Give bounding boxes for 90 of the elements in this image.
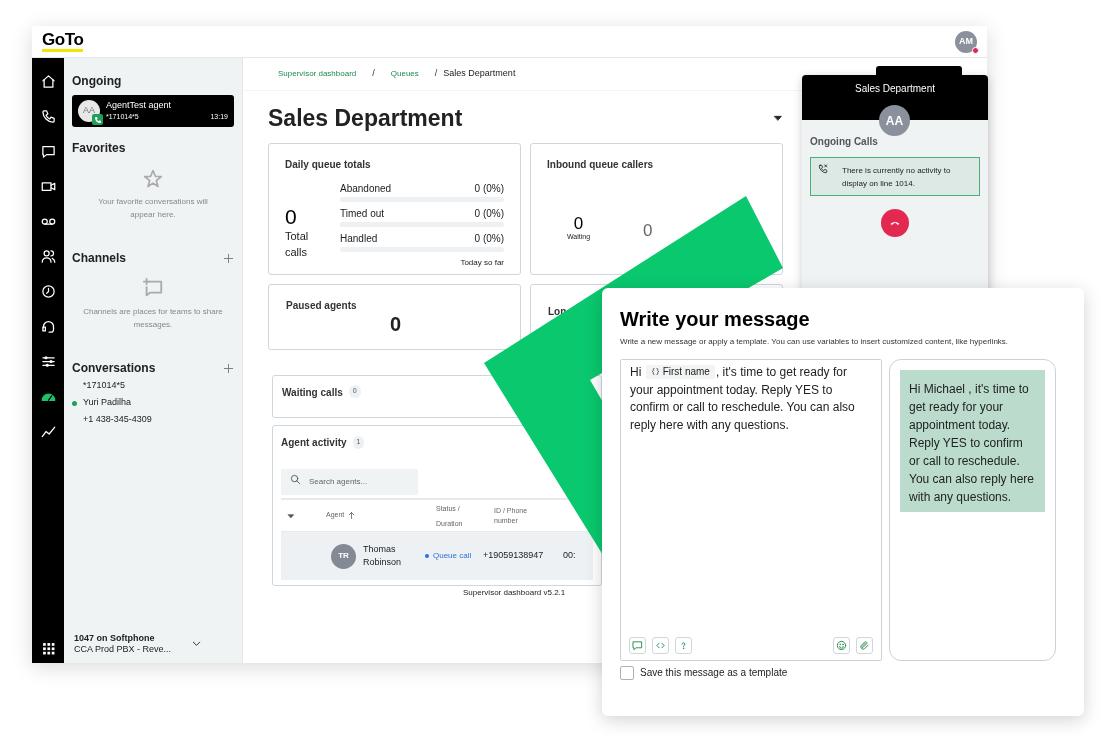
checkbox[interactable] bbox=[620, 665, 634, 680]
breadcrumb-link[interactable]: Queues bbox=[390, 68, 419, 80]
toolbar-button[interactable] bbox=[833, 637, 850, 654]
page-title: Sales Department bbox=[268, 104, 463, 133]
phone-icon bbox=[40, 108, 56, 124]
total-value: 0 bbox=[285, 206, 298, 228]
logo[interactable]: GoTo bbox=[42, 31, 84, 52]
home-icon bbox=[40, 73, 56, 89]
dropdown-caret-icon[interactable] bbox=[773, 113, 783, 123]
dialog-description: Write a new message or apply a template. You can use variables to insert customized content, like hyperlinks. bbox=[620, 336, 1010, 348]
arrow-up-icon[interactable] bbox=[347, 511, 357, 520]
stat-value: 0 bbox=[388, 313, 403, 335]
star-icon bbox=[143, 169, 163, 189]
metric-label: Abandoned bbox=[340, 182, 392, 196]
table-cell: 00: bbox=[563, 549, 576, 563]
version-text: Supervisor dashboard v5.2.1 bbox=[463, 587, 567, 599]
headset-icon bbox=[40, 318, 56, 334]
paperclip-icon bbox=[859, 640, 870, 651]
metric-value: 0 (0%) bbox=[474, 232, 504, 246]
apps-grid-icon[interactable] bbox=[41, 642, 55, 655]
total-label: Total calls bbox=[285, 229, 310, 260]
nav-button[interactable] bbox=[39, 72, 57, 90]
empty-state-text: Your favorite conversations will appear here. bbox=[97, 196, 209, 221]
panel-title: Sales Department bbox=[854, 82, 935, 96]
footnote: Today so far bbox=[459, 257, 504, 269]
conversation-item[interactable]: +1 438-345-4309 bbox=[83, 413, 152, 427]
panel-title: Waiting calls bbox=[282, 386, 343, 400]
hang-up-button[interactable] bbox=[881, 209, 909, 237]
card-title: Inbound queue callers bbox=[547, 158, 655, 172]
conversation-item[interactable]: Yuri Padilha bbox=[83, 396, 132, 410]
section-heading: Conversations bbox=[72, 360, 156, 377]
card-title: Daily queue totals bbox=[285, 158, 372, 172]
table-row[interactable]: TR Thomas Robinson Queue call +19059138947 00: bbox=[281, 532, 593, 580]
line-name: 1047 on Softphone bbox=[74, 632, 156, 644]
avatar: AA bbox=[879, 105, 910, 136]
toolbar-button[interactable] bbox=[856, 637, 873, 654]
nav-button[interactable] bbox=[39, 282, 57, 300]
stat-value: 0 bbox=[643, 220, 653, 242]
sliders-icon bbox=[40, 353, 56, 369]
metric-label: Timed out bbox=[340, 207, 385, 221]
metric-value: 0 (0%) bbox=[474, 182, 504, 196]
braces-icon bbox=[650, 367, 660, 376]
checkbox-label[interactable]: Save this message as a template bbox=[640, 665, 788, 680]
dialog-title: Write your message bbox=[620, 307, 811, 331]
metric-label: Handled bbox=[340, 232, 378, 246]
empty-state-text: Channels are places for teams to share messages. bbox=[83, 306, 223, 331]
panel-title: Agent activity bbox=[281, 436, 347, 450]
search-field[interactable]: Search agents... bbox=[281, 468, 418, 495]
caret-down-icon[interactable] bbox=[287, 511, 295, 520]
phone-badge-icon bbox=[92, 114, 103, 125]
code-icon bbox=[655, 640, 666, 651]
agent-name: Thomas Robinson bbox=[363, 543, 403, 569]
smiley-icon bbox=[836, 640, 847, 651]
section-heading: Favorites bbox=[72, 140, 127, 157]
section-heading: Ongoing bbox=[72, 73, 123, 90]
metric-value: 0 (0%) bbox=[474, 207, 504, 221]
section-heading: Channels bbox=[72, 250, 126, 267]
nav-button[interactable] bbox=[39, 107, 57, 125]
message-editor[interactable]: Hi First name , it's time to get ready for your appointment today. Reply YES to confirm or call to reschedule. You can also reply here with any questions. bbox=[620, 359, 882, 661]
breadcrumb-separator: / bbox=[372, 67, 375, 81]
status-label: Queue call bbox=[433, 550, 472, 562]
add-chat-icon bbox=[142, 277, 164, 299]
notice-text: There is currently no activity to display on line 1014. bbox=[842, 164, 952, 190]
missed-call-icon bbox=[818, 164, 828, 174]
message-bubble: Hi Michael , it's time to get ready for your appointment today. Reply YES to confirm or call to reschedule. You can also reply here with any questions. bbox=[900, 370, 1045, 512]
toolbar-button[interactable] bbox=[629, 637, 646, 654]
search-icon bbox=[290, 474, 301, 485]
contact-name: AgentTest agent bbox=[106, 100, 173, 110]
breadcrumb-separator: / bbox=[434, 67, 438, 81]
card-title: Paused agents bbox=[286, 299, 358, 313]
nav-button[interactable] bbox=[39, 247, 57, 265]
chat-icon bbox=[40, 143, 56, 159]
breadcrumb-link[interactable]: Supervisor dashboard bbox=[278, 68, 357, 80]
avatar: TR bbox=[331, 543, 356, 569]
stat-value: 0 bbox=[573, 215, 584, 232]
avatar: AA bbox=[78, 100, 100, 122]
people-icon bbox=[40, 248, 56, 264]
chat-icon bbox=[632, 640, 643, 651]
line-detail: CCA Prod PBX - Reve... bbox=[74, 643, 172, 655]
conversation-item[interactable]: *171014*5 bbox=[83, 379, 126, 393]
phone-number: +19059138947 bbox=[483, 549, 545, 563]
chevron-down-icon[interactable] bbox=[191, 638, 202, 649]
line-chart-icon bbox=[40, 423, 56, 439]
variable-label: First name bbox=[662, 364, 710, 379]
clock-icon bbox=[40, 283, 56, 299]
breadcrumb-current: Sales Department bbox=[443, 67, 516, 81]
section-heading: Ongoing Calls bbox=[810, 135, 879, 149]
variable-chip[interactable]: First name bbox=[645, 364, 715, 379]
plus-icon[interactable] bbox=[223, 362, 234, 374]
plus-icon[interactable] bbox=[223, 252, 234, 264]
